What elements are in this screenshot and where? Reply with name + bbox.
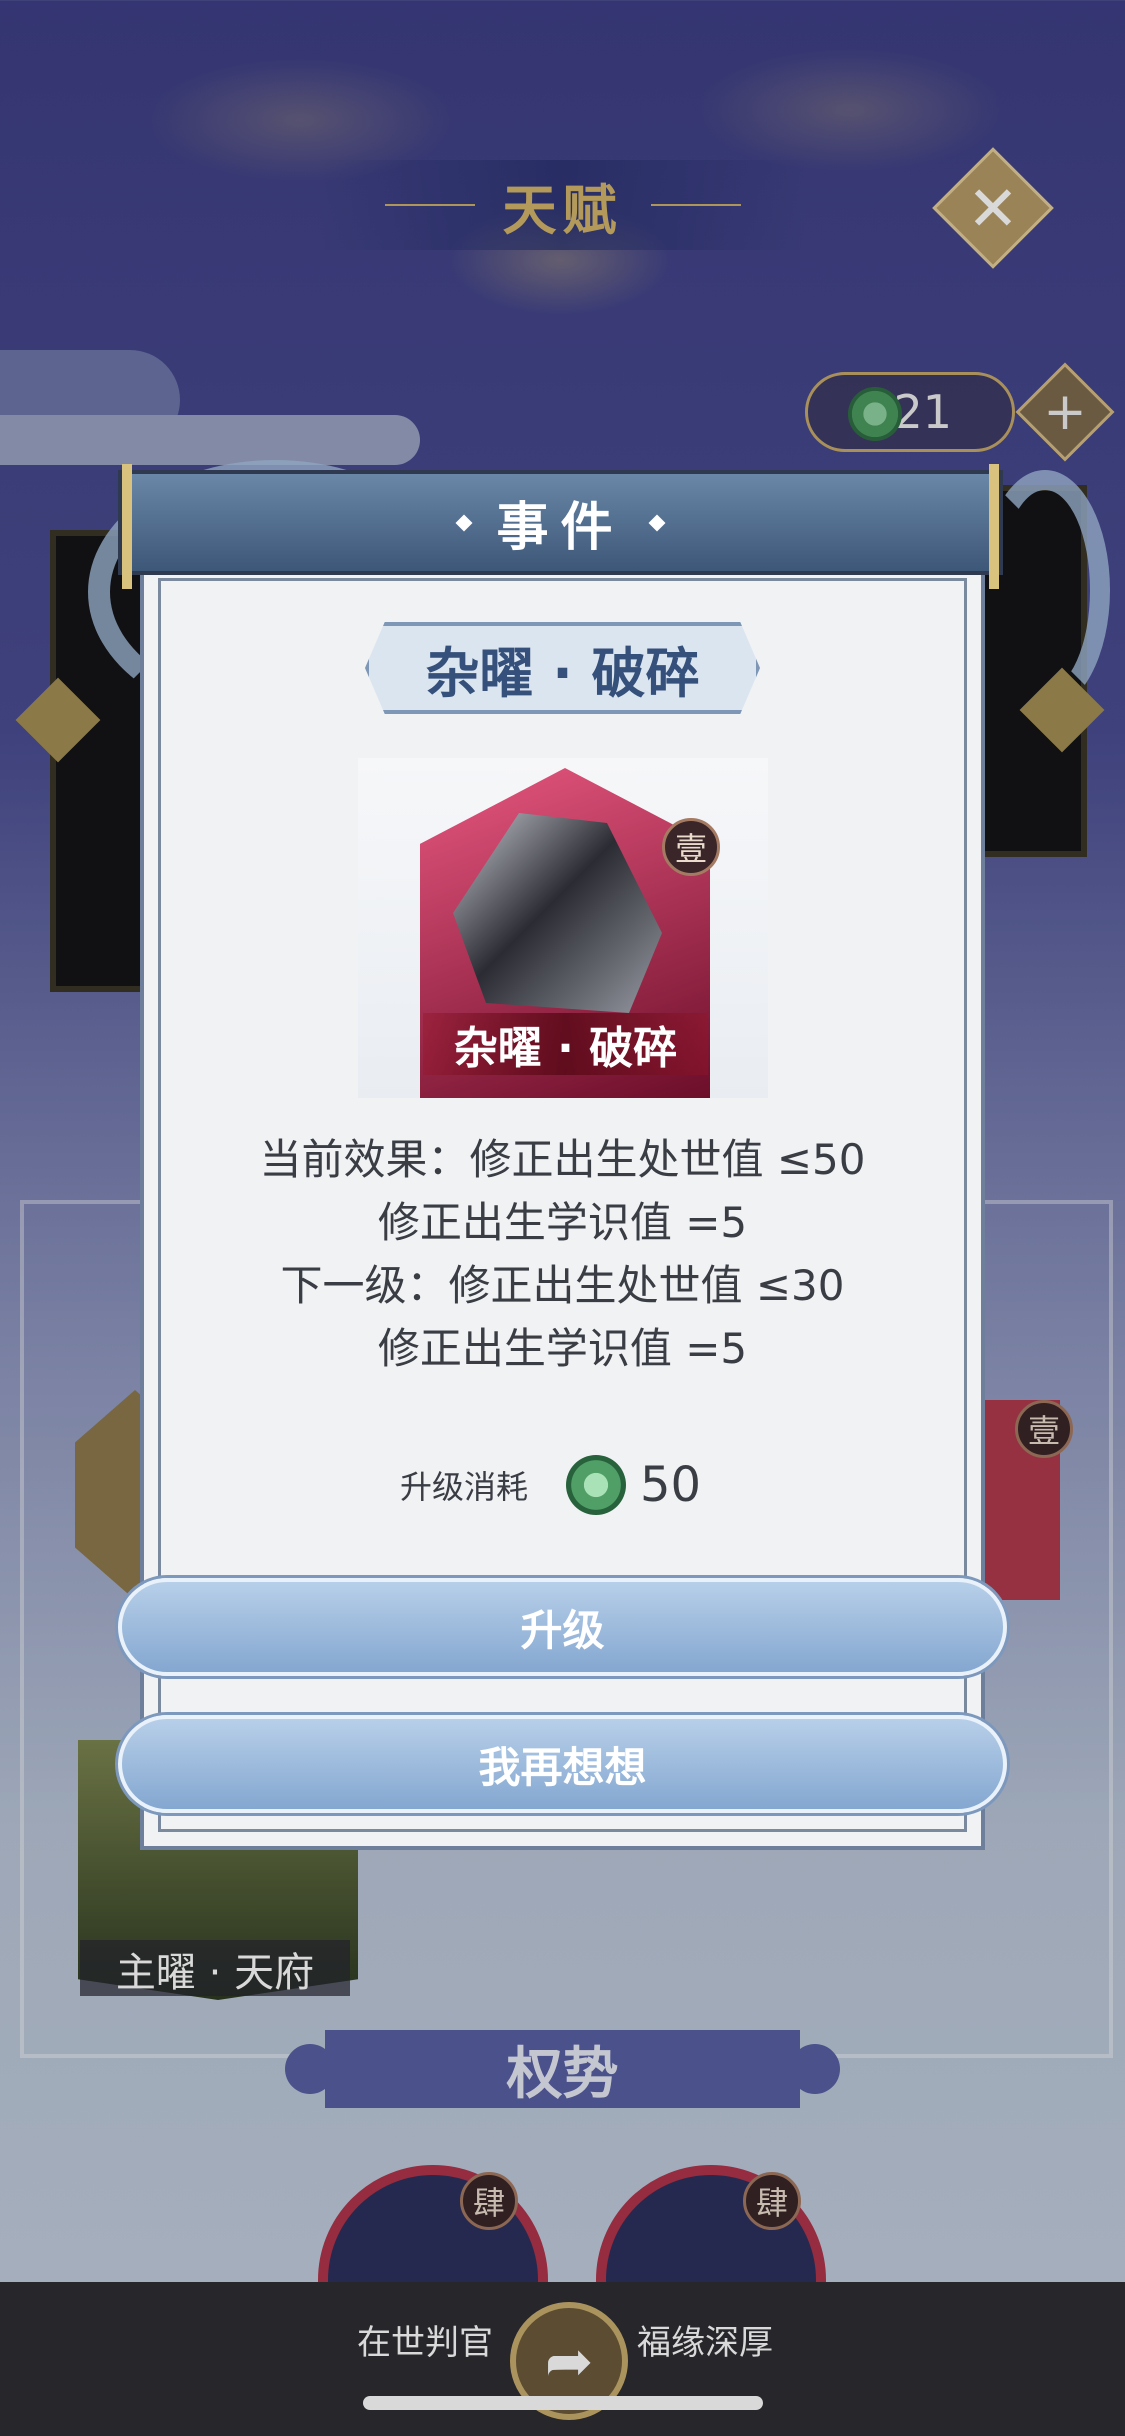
effect-line: 当前效果：修正出生处世值 ≤50 [259, 1135, 866, 1184]
jade-coin-icon [566, 1455, 627, 1515]
illustration-caption: 杂曜 · 破碎 [423, 1013, 708, 1075]
diamond-icon [455, 514, 473, 531]
effect-line: 修正出生学识值 =5 [377, 1198, 748, 1247]
event-name: 杂曜 · 破碎 [365, 622, 760, 714]
cost-label: 升级消耗 [400, 1468, 529, 1506]
effect-line: 下一级：修正出生处世值 ≤30 [280, 1261, 845, 1310]
scroll-peg [122, 464, 132, 589]
effect-description: 当前效果：修正出生处世值 ≤50 修正出生学识值 =5 下一级：修正出生处世值 … [160, 1128, 965, 1380]
effect-line: 修正出生学识值 =5 [377, 1324, 748, 1373]
scroll-peg [989, 464, 999, 589]
modal-title: 事件 [496, 498, 625, 558]
reconsider-button[interactable]: 我再想想 [118, 1715, 1007, 1813]
cost-value: 50 [640, 1457, 702, 1513]
upgrade-cost: 升级消耗 50 [400, 1445, 701, 1525]
level-badge: 壹 [662, 818, 720, 876]
diamond-icon [648, 514, 665, 531]
upgrade-button[interactable]: 升级 [118, 1578, 1007, 1676]
event-illustration: 壹 杂曜 · 破碎 [358, 758, 768, 1098]
modal-header: 事件 [118, 464, 1003, 589]
